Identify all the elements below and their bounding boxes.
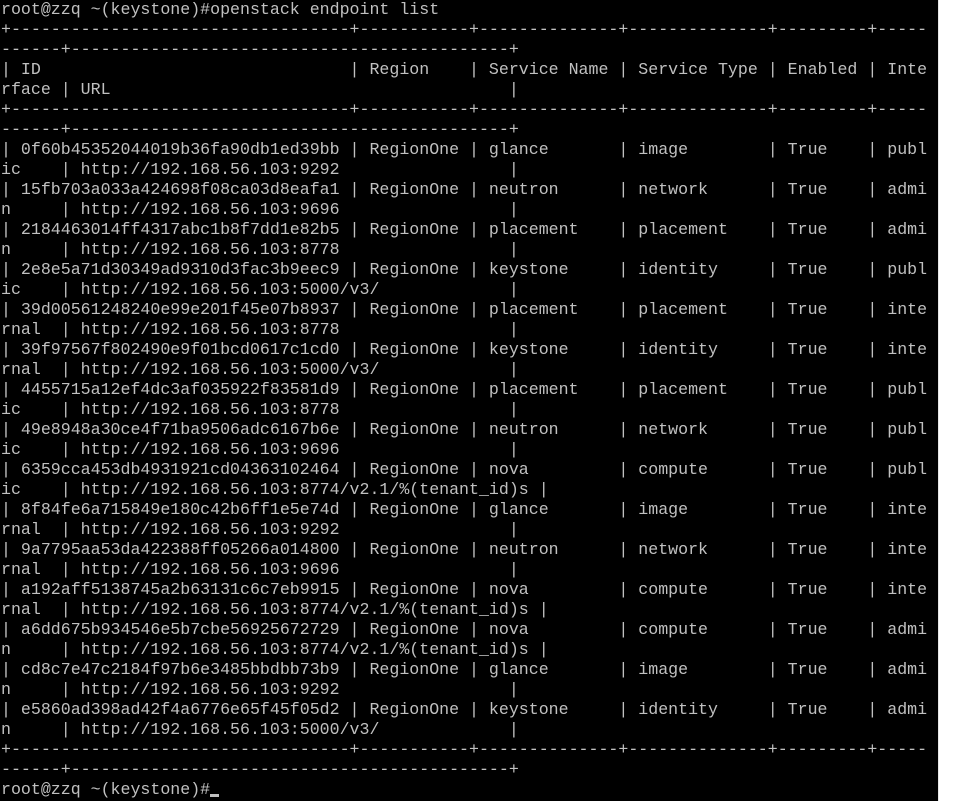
terminal-line: ic | http://192.168.56.103:9696 |: [1, 440, 519, 459]
endpoint-table: +----------------------------------+----…: [1, 20, 927, 780]
terminal-line: | 15fb703a033a424698f08ca03d8eafa1 | Reg…: [1, 180, 928, 199]
terminal-line: | 8f84fe6a715849e180c42b6ff1e5e74d | Reg…: [1, 500, 928, 519]
terminal-line: rnal | http://192.168.56.103:8778 |: [1, 320, 519, 339]
terminal-line: rnal | http://192.168.56.103:5000/v3/ |: [1, 360, 519, 379]
terminal-line: ------+---------------------------------…: [1, 40, 519, 59]
terminal-line: n | http://192.168.56.103:9696 |: [1, 200, 519, 219]
scrollbar[interactable]: [938, 0, 961, 801]
terminal-line: | 49e8948a30ce4f71ba9506adc6167b6e | Reg…: [1, 420, 928, 439]
terminal-line: ic | http://192.168.56.103:8774/v2.1/%(t…: [1, 480, 549, 499]
terminal-line: +----------------------------------+----…: [1, 20, 928, 39]
terminal-line: | 4455715a12ef4dc3af035922f83581d9 | Reg…: [1, 380, 928, 399]
terminal-window[interactable]: root@zzq ~(keystone)#openstack endpoint …: [0, 0, 938, 801]
terminal-line: rface | URL |: [1, 80, 519, 99]
terminal-line: rnal | http://192.168.56.103:9696 |: [1, 560, 519, 579]
text-cursor: [210, 794, 220, 797]
terminal-line: | e5860ad398ad42f4a6776e65f45f05d2 | Reg…: [1, 700, 928, 719]
terminal-line: | 6359cca453db4931921cd04363102464 | Reg…: [1, 460, 928, 479]
terminal-line: ic | http://192.168.56.103:9292 |: [1, 160, 519, 179]
terminal-line: ic | http://192.168.56.103:5000/v3/ |: [1, 280, 519, 299]
terminal-line: +----------------------------------+----…: [1, 100, 928, 119]
terminal-line: | 39d00561248240e99e201f45e07b8937 | Reg…: [1, 300, 928, 319]
terminal-line: | 2e8e5a71d30349ad9310d3fac3b9eec9 | Reg…: [1, 260, 928, 279]
terminal-output: root@zzq ~(keystone)#openstack endpoint …: [1, 0, 927, 800]
terminal-line: rnal | http://192.168.56.103:8774/v2.1/%…: [1, 600, 549, 619]
command-prompt-line: root@zzq ~(keystone)#openstack endpoint …: [1, 0, 440, 19]
terminal-line: n | http://192.168.56.103:5000/v3/ |: [1, 720, 519, 739]
terminal-line: +----------------------------------+----…: [1, 740, 928, 759]
terminal-line: | cd8c7e47c2184f97b6e3485bbdbb73b9 | Reg…: [1, 660, 928, 679]
terminal-line: | a6dd675b934546e5b7cbe56925672729 | Reg…: [1, 620, 928, 639]
terminal-line: | 39f97567f802490e9f01bcd0617c1cd0 | Reg…: [1, 340, 928, 359]
terminal-line: | 2184463014ff4317abc1b8f7dd1e82b5 | Reg…: [1, 220, 928, 239]
terminal-line: ------+---------------------------------…: [1, 760, 519, 779]
terminal-line: ic | http://192.168.56.103:8778 |: [1, 400, 519, 419]
terminal-line: | a192aff5138745a2b63131c6c7eb9915 | Reg…: [1, 580, 928, 599]
terminal-line: | 9a7795aa53da422388ff05266a014800 | Reg…: [1, 540, 928, 559]
terminal-line: | ID | Region | Service Name | Service T…: [1, 60, 928, 79]
final-prompt: root@zzq ~(keystone)#: [1, 780, 211, 799]
terminal-line: ------+---------------------------------…: [1, 120, 519, 139]
terminal-line: n | http://192.168.56.103:8774/v2.1/%(te…: [1, 640, 549, 659]
terminal-line: rnal | http://192.168.56.103:9292 |: [1, 520, 519, 539]
terminal-line: | 0f60b45352044019b36fa90db1ed39bb | Reg…: [1, 140, 928, 159]
terminal-line: n | http://192.168.56.103:9292 |: [1, 680, 519, 699]
terminal-line: n | http://192.168.56.103:8778 |: [1, 240, 519, 259]
final-prompt-line[interactable]: root@zzq ~(keystone)#: [1, 780, 927, 800]
